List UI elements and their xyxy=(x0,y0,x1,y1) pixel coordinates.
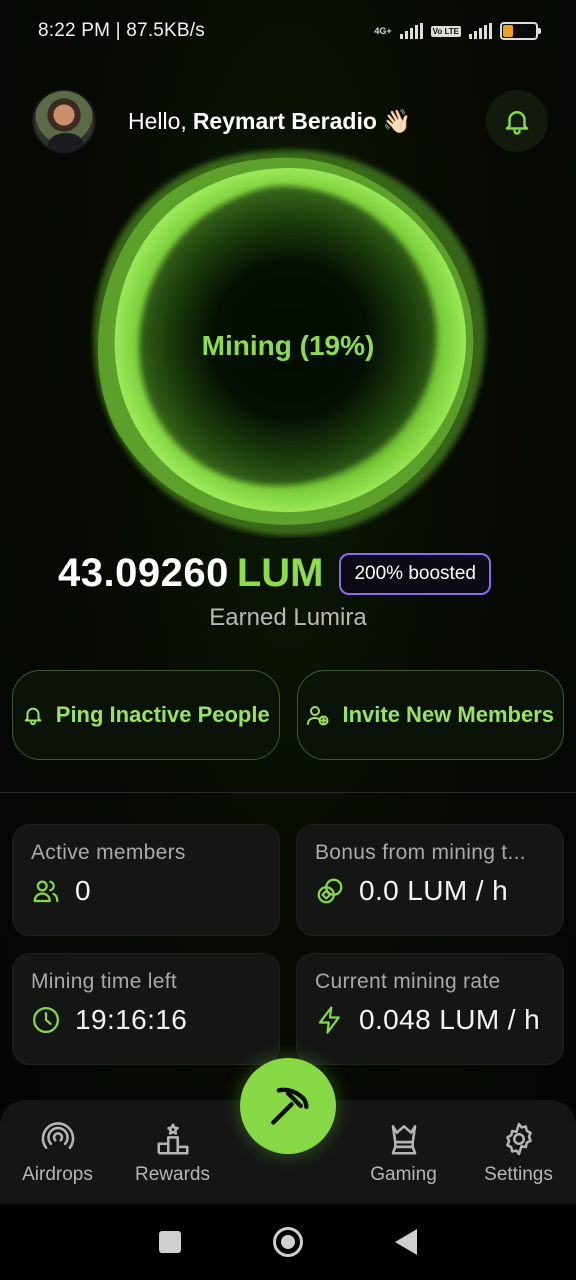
add-user-icon xyxy=(307,706,329,726)
ping-inactive-label: Ping Inactive People xyxy=(55,702,270,727)
signal-icon-2 xyxy=(469,23,492,39)
wave-emoji: 👋🏻 xyxy=(382,107,412,134)
stat-title: Mining time left xyxy=(31,970,178,993)
status-right: 4G+ Vo LTE 29 xyxy=(374,22,541,40)
podium-icon xyxy=(156,1123,189,1155)
action-buttons: Ping Inactive People Invite New Members xyxy=(12,670,564,760)
system-nav-bar xyxy=(0,1204,576,1280)
stat-value: 19:16:16 xyxy=(75,1004,188,1035)
mining-status: Mining (19%) xyxy=(201,330,375,361)
mine-button[interactable] xyxy=(240,1058,336,1154)
volte-badge: Vo LTE xyxy=(430,25,461,37)
balance-row: 43.09260 LUM 200% boosted xyxy=(58,551,491,596)
status-bar: 8:22 PM | 87.5KB/s 4G+ Vo LTE 29 xyxy=(0,0,576,62)
ping-inactive-button[interactable]: Ping Inactive People xyxy=(12,670,280,760)
home-button[interactable] xyxy=(273,1227,303,1257)
stat-title: Current mining rate xyxy=(315,970,501,993)
greeting: Hello, Reymart Beradio 👋🏻 xyxy=(128,108,412,135)
lightning-icon xyxy=(318,1006,340,1034)
bell-icon xyxy=(505,111,529,135)
stat-value: 0.0 LUM / h xyxy=(359,875,509,906)
stats-grid: Active members 0 Bonus from mining t... … xyxy=(12,824,564,1065)
greeting-prefix: Hello, xyxy=(128,107,187,134)
chess-queen-icon xyxy=(391,1125,416,1155)
coins-icon xyxy=(317,878,343,904)
battery-level: 29 xyxy=(512,25,526,37)
stat-card-mining-bonus[interactable]: Bonus from mining t... 0.0 LUM / h xyxy=(296,824,564,936)
back-button[interactable] xyxy=(395,1229,417,1255)
stat-title: Bonus from mining t... xyxy=(315,841,526,864)
stat-title: Active members xyxy=(31,841,186,864)
divider xyxy=(0,792,576,793)
battery-icon: 29 xyxy=(500,22,541,40)
boost-badge[interactable]: 200% boosted xyxy=(339,552,491,595)
nav-label: Rewards xyxy=(135,1164,210,1185)
members-icon xyxy=(33,880,59,903)
balance-amount: 43.09260 xyxy=(58,551,229,595)
nav-airdrops[interactable]: Airdrops xyxy=(0,1100,115,1204)
bell-icon xyxy=(24,707,42,726)
airdrops-icon xyxy=(41,1122,74,1149)
signal-icon xyxy=(399,23,423,39)
app-screen: 8:22 PM | 87.5KB/s 4G+ Vo LTE 29 Hello, … xyxy=(0,0,576,1280)
nav-label: Airdrops xyxy=(22,1164,93,1185)
nav-settings[interactable]: Settings xyxy=(461,1100,576,1204)
nav-gaming[interactable]: Gaming xyxy=(346,1100,461,1204)
stat-card-active-members[interactable]: Active members 0 xyxy=(12,824,280,936)
gear-icon xyxy=(505,1122,532,1156)
stat-card-time-left[interactable]: Mining time left 19:16:16 xyxy=(12,953,280,1065)
pickaxe-icon xyxy=(271,1087,309,1125)
invite-members-button[interactable]: Invite New Members xyxy=(296,670,564,760)
earned-caption: Earned Lumira xyxy=(209,604,367,631)
nav-label: Settings xyxy=(484,1164,553,1185)
stat-value: 0 xyxy=(75,875,91,906)
status-left: 8:22 PM | 87.5KB/s xyxy=(38,20,205,41)
network-speed: 87.5KB/s xyxy=(126,20,205,41)
stat-card-mining-rate[interactable]: Current mining rate 0.048 LUM / h xyxy=(296,953,564,1065)
nav-label: Gaming xyxy=(370,1164,437,1185)
clock-icon xyxy=(33,1007,59,1033)
network-type: 4G+ xyxy=(374,25,392,36)
user-name: Reymart Beradio xyxy=(192,107,377,134)
status-time: 8:22 PM xyxy=(38,20,111,41)
invite-members-label: Invite New Members xyxy=(342,702,554,727)
nav-rewards[interactable]: Rewards xyxy=(115,1100,230,1204)
recents-button[interactable] xyxy=(159,1231,181,1253)
balance-unit: LUM xyxy=(236,551,324,595)
stat-value: 0.048 LUM / h xyxy=(359,1004,541,1035)
